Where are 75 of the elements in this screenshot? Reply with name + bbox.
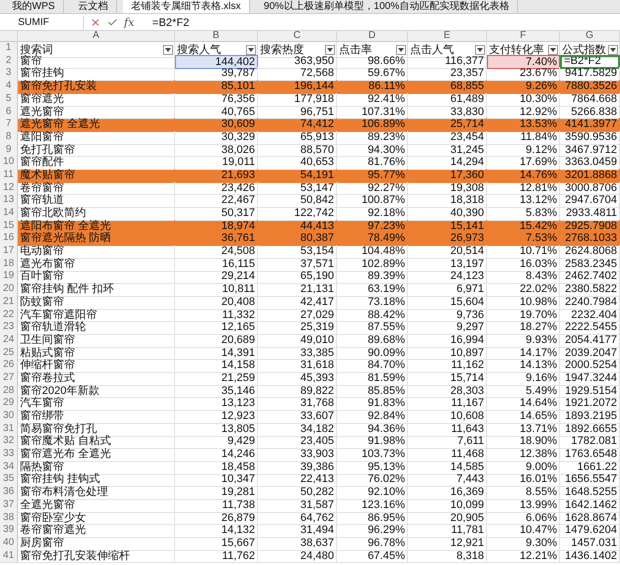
row-number: 10 (0, 156, 18, 170)
row-number: 30 (0, 410, 18, 424)
column-header[interactable]: C (258, 31, 337, 42)
close-icon[interactable] (90, 17, 101, 28)
column-title: 搜索词 (20, 42, 53, 56)
caret-icon (165, 48, 171, 52)
row-number: 20 (0, 283, 18, 297)
row-number: 33 (0, 448, 18, 462)
filter-button[interactable] (548, 44, 558, 54)
row-number: 41 (0, 550, 18, 564)
column-title: 点击率 (339, 42, 372, 56)
check-icon[interactable] (107, 17, 118, 28)
filter-button[interactable] (608, 44, 618, 54)
row-number: 21 (0, 296, 18, 310)
column-header[interactable]: E (408, 31, 487, 42)
column-title: 公式指数 (562, 43, 606, 57)
table-cell: 1436.1402 (560, 550, 620, 564)
filter-button[interactable] (163, 44, 173, 54)
row-number: 13 (0, 194, 18, 208)
caret-icon (477, 48, 483, 52)
caret-icon (610, 48, 616, 52)
filter-button[interactable] (475, 44, 485, 54)
row-number: 40 (0, 536, 18, 551)
row-number: 14 (0, 207, 18, 221)
column-header[interactable]: B (175, 31, 258, 42)
column-title: 搜索热度 (260, 42, 304, 56)
column-header[interactable]: D (337, 31, 408, 42)
row-number: 16 (0, 232, 18, 246)
column-header[interactable]: A (18, 31, 175, 42)
caret-icon (327, 48, 333, 52)
function-button[interactable]: fx (124, 16, 134, 29)
filter-button[interactable] (396, 44, 406, 54)
row-number: 11 (0, 168, 18, 183)
document-tab[interactable]: 90%以上极速刷单模型，100%自动匹配实现数据化表格 (256, 0, 518, 13)
document-tab[interactable]: 我的WPS (4, 0, 64, 13)
row-number: 27 (0, 372, 18, 386)
column-title: 点击人气 (410, 42, 454, 56)
column-header[interactable]: F (487, 31, 560, 42)
table-cell: 12.21% (487, 550, 560, 564)
table-cell: 11,762 (175, 550, 258, 564)
row-number: 4 (0, 80, 18, 94)
caret-icon (550, 48, 556, 52)
row-number: 17 (0, 245, 18, 259)
row-number: 8 (0, 130, 18, 145)
document-tab[interactable]: 老铺装专属细节表格.xlsx (122, 0, 250, 13)
row-number: 39 (0, 524, 18, 538)
row-number: 26 (0, 359, 18, 374)
caret-icon (248, 48, 254, 52)
document-tab[interactable]: 云文档 (70, 0, 117, 13)
column-title: 支付转化率 (489, 42, 544, 57)
filter-button[interactable] (325, 44, 335, 54)
row-number: 23 (0, 321, 18, 336)
row-number: 29 (0, 397, 18, 412)
table-cell: 144,402 (175, 54, 258, 69)
table-cell: 24,480 (258, 550, 337, 564)
corner-cell[interactable] (0, 31, 18, 42)
column-header[interactable]: G (560, 31, 620, 42)
row-number: 19 (0, 270, 18, 284)
column-title: 搜索人气 (177, 42, 221, 57)
row-number: 5 (0, 92, 18, 107)
table-cell: 7.40% (487, 54, 560, 69)
row-number: 37 (0, 498, 18, 513)
name-box[interactable]: SUMIF (0, 16, 84, 30)
formula-input[interactable]: =B2*F2 (152, 16, 190, 28)
table-cell: 67.45% (337, 550, 408, 564)
row-number: 35 (0, 473, 18, 488)
caret-icon (398, 48, 404, 52)
filter-button[interactable] (246, 44, 256, 54)
row-number: 7 (0, 118, 18, 132)
row-number: 36 (0, 486, 18, 500)
table-cell: 窗帘免打孔安装伸缩杆 (18, 550, 175, 564)
row-number: 24 (0, 334, 18, 348)
table-cell: 8,318 (408, 550, 487, 564)
row-number: 32 (0, 435, 18, 450)
row-number: 3 (0, 67, 18, 82)
